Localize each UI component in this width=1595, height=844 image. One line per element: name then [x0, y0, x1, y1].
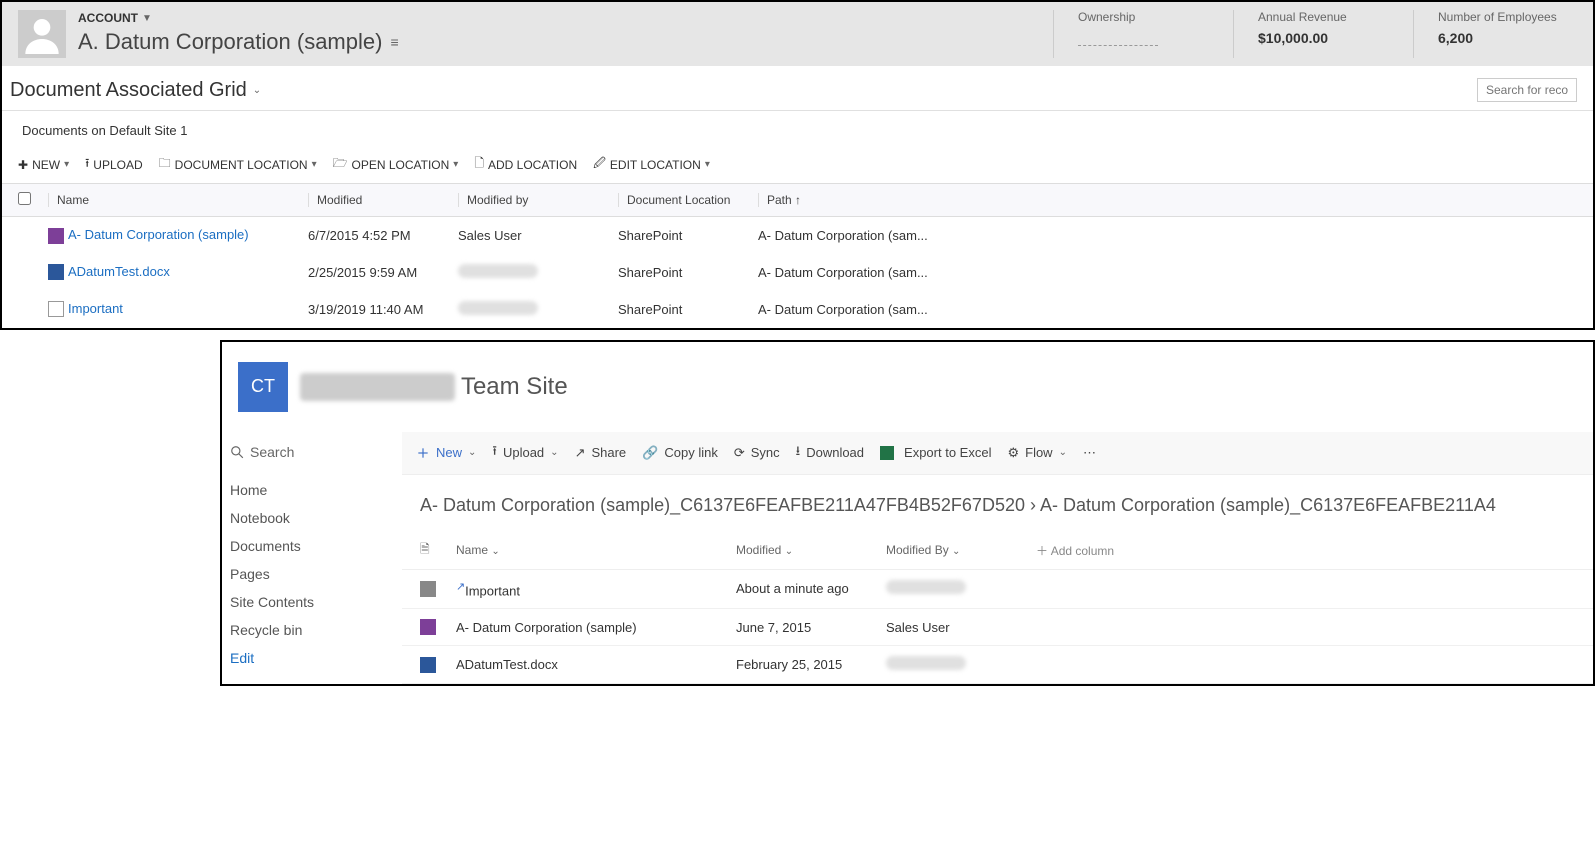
list-item[interactable]: ADatumTest.docx February 25, 2015 [402, 646, 1593, 684]
col-modified-by[interactable]: Modified by [458, 193, 618, 207]
sp-command-bar: New ⌄ ⭱ Upload ⌄ ↗ Share 🔗 Copy link ⟳ S… [402, 432, 1593, 475]
related-pane-icon[interactable]: ≡ [390, 34, 398, 50]
sharepoint-panel: CT CRMC3Online Team Site Search Home Not… [220, 340, 1595, 687]
file-type-icon[interactable]: 🗎 [420, 540, 456, 561]
sp-col-name[interactable]: Name ⌄ [456, 543, 736, 557]
account-name: A. Datum Corporation (sample) [78, 29, 382, 55]
sp-new-button[interactable]: New ⌄ [416, 445, 476, 460]
metric-ownership: Ownership [1053, 10, 1233, 58]
search-icon [230, 445, 244, 459]
edit-location-button[interactable]: 🖉 EDIT LOCATION ▾ [593, 154, 710, 175]
documents-grid: Name Modified Modified by Document Locat… [2, 183, 1593, 328]
sp-sync-button[interactable]: ⟳ Sync [734, 445, 780, 461]
caret-down-icon: ▼ [142, 13, 152, 24]
sp-export-button[interactable]: Export to Excel [880, 445, 991, 460]
list-item[interactable]: A- Datum Corporation (sample) June 7, 20… [402, 609, 1593, 647]
sp-download-button[interactable]: ⭳ Download [796, 442, 864, 464]
sp-header: CT CRMC3Online Team Site [222, 342, 1593, 432]
sidebar-item-recycle-bin[interactable]: Recycle bin [230, 616, 401, 644]
file-icon [48, 301, 64, 317]
folder-icon [420, 581, 436, 597]
sp-col-modified[interactable]: Modified ⌄ [736, 543, 886, 557]
sp-upload-button[interactable]: ⭱ Upload ⌄ [492, 442, 558, 464]
redacted-text [458, 264, 538, 278]
breadcrumb[interactable]: A- Datum Corporation (sample)_C6137E6FEA… [402, 475, 1593, 532]
account-type-link[interactable]: ACCOUNT ▼ [78, 11, 152, 25]
sp-grid-header: 🗎 Name ⌄ Modified ⌄ Modified By ⌄ ＋ Add … [402, 532, 1593, 570]
sp-search[interactable]: Search [230, 440, 401, 476]
account-avatar [18, 10, 66, 58]
col-path[interactable]: Path ↑ [758, 193, 1577, 207]
sp-copylink-button[interactable]: 🔗 Copy link [642, 445, 718, 461]
metric-employees: Number of Employees 6,200 [1413, 10, 1593, 58]
add-location-button[interactable]: 🗋 ADD LOCATION [474, 154, 577, 175]
site-label: Documents on Default Site 1 [2, 111, 1593, 146]
grid-header: Name Modified Modified by Document Locat… [2, 183, 1593, 217]
redacted-text [886, 580, 966, 594]
metric-label: Annual Revenue [1258, 10, 1389, 24]
metric-value: 6,200 [1438, 30, 1569, 46]
account-type-label: ACCOUNT [78, 11, 138, 25]
word-icon [420, 657, 436, 673]
crm-panel: ACCOUNT ▼ A. Datum Corporation (sample) … [0, 0, 1595, 330]
open-location-button[interactable]: 🗁 OPEN LOCATION ▾ [333, 154, 459, 175]
sidebar-item-notebook[interactable]: Notebook [230, 504, 401, 532]
metric-value-empty[interactable] [1078, 30, 1158, 46]
shortcut-arrow-icon: ↗ [456, 581, 465, 593]
table-row[interactable]: ADatumTest.docx 2/25/2015 9:59 AM ShareP… [2, 254, 1593, 291]
select-all-checkbox[interactable] [18, 192, 31, 205]
onenote-icon [48, 228, 64, 244]
sidebar-item-site-contents[interactable]: Site Contents [230, 588, 401, 616]
redacted-text [458, 301, 538, 315]
sidebar-item-home[interactable]: Home [230, 476, 401, 504]
word-icon [48, 264, 64, 280]
redacted-title-prefix: CRMC3Online [300, 373, 455, 401]
list-item[interactable]: ↗Important About a minute ago [402, 570, 1593, 609]
sp-flow-button[interactable]: ⚙ Flow ⌄ [1007, 445, 1067, 461]
site-title[interactable]: Team Site [461, 373, 568, 400]
metric-label: Number of Employees [1438, 10, 1569, 24]
new-button[interactable]: ✚ NEW ▾ [18, 158, 69, 172]
site-logo[interactable]: CT [238, 362, 288, 412]
table-row[interactable]: Important 3/19/2019 11:40 AM SharePoint … [2, 291, 1593, 328]
crm-header: ACCOUNT ▼ A. Datum Corporation (sample) … [2, 2, 1593, 66]
document-location-button[interactable]: 🗀 DOCUMENT LOCATION ▾ [159, 154, 317, 175]
metric-revenue: Annual Revenue $10,000.00 [1233, 10, 1413, 58]
grid-title[interactable]: Document Associated Grid ⌄ [10, 79, 261, 102]
sidebar-edit-link[interactable]: Edit [230, 644, 401, 672]
sp-side-nav: Search Home Notebook Documents Pages Sit… [222, 432, 402, 685]
sidebar-item-pages[interactable]: Pages [230, 560, 401, 588]
sp-share-button[interactable]: ↗ Share [575, 445, 627, 461]
sp-add-column[interactable]: ＋ Add column [1036, 542, 1114, 559]
col-name[interactable]: Name [48, 193, 308, 207]
sp-col-modified-by[interactable]: Modified By ⌄ [886, 543, 1036, 557]
sp-more-button[interactable]: ⋯ [1083, 445, 1096, 461]
upload-button[interactable]: ⭱ UPLOAD [85, 154, 143, 175]
col-doc-location[interactable]: Document Location [618, 193, 758, 207]
chevron-down-icon: ⌄ [253, 85, 261, 96]
onenote-icon [420, 619, 436, 635]
table-row[interactable]: A- Datum Corporation (sample) 6/7/2015 4… [2, 217, 1593, 254]
redacted-text [886, 656, 966, 670]
metric-label: Ownership [1078, 10, 1209, 24]
search-input[interactable] [1477, 78, 1577, 102]
metric-value: $10,000.00 [1258, 30, 1389, 46]
col-modified[interactable]: Modified [308, 193, 458, 207]
crm-command-bar: ✚ NEW ▾ ⭱ UPLOAD 🗀 DOCUMENT LOCATION ▾ 🗁… [2, 146, 1593, 183]
sidebar-item-documents[interactable]: Documents [230, 532, 401, 560]
